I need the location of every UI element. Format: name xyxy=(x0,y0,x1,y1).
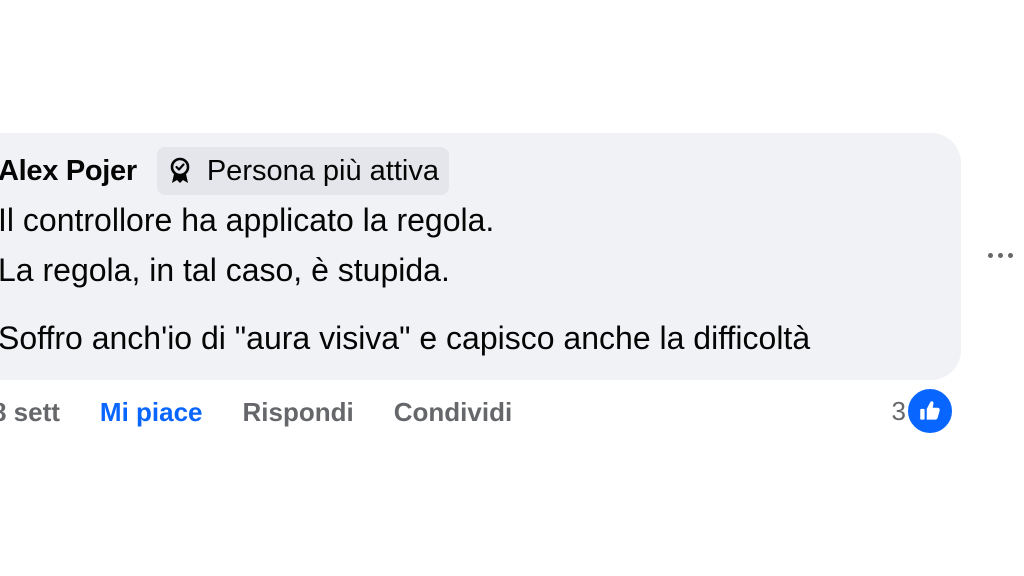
thumbs-up-icon xyxy=(906,387,954,435)
reactions-summary[interactable]: 3 xyxy=(891,387,954,435)
author-name[interactable]: Alex Pojer xyxy=(0,155,137,188)
share-button[interactable]: Condividi xyxy=(394,397,512,428)
reply-button[interactable]: Rispondi xyxy=(243,397,354,428)
badge-label: Persona più attiva xyxy=(206,154,439,187)
top-fan-badge-icon xyxy=(167,156,193,186)
comment-text-line: Il controllore ha applicato la regola. xyxy=(0,202,495,238)
like-button[interactable]: Mi piace xyxy=(100,397,203,428)
more-dot xyxy=(998,252,1003,258)
more-dot xyxy=(1008,252,1013,258)
comment-header: Alex Pojer Persona più attiva xyxy=(0,146,449,196)
comment-timestamp[interactable]: 8 sett xyxy=(0,397,60,428)
comment-screenshot: Alex Pojer Persona più attiva Il control… xyxy=(0,0,1024,576)
reaction-count: 3 xyxy=(891,395,906,426)
comment-text-line: Soffro anch'io di "aura visiva" e capisc… xyxy=(0,320,811,356)
comment-text-line: La regola, in tal caso, è stupida. xyxy=(0,252,450,288)
top-fan-badge[interactable]: Persona più attiva xyxy=(156,147,449,195)
more-options-icon[interactable] xyxy=(988,240,1024,270)
comment-actions: 8 sett Mi piace Rispondi Condividi xyxy=(0,392,512,432)
more-dot xyxy=(988,252,993,258)
